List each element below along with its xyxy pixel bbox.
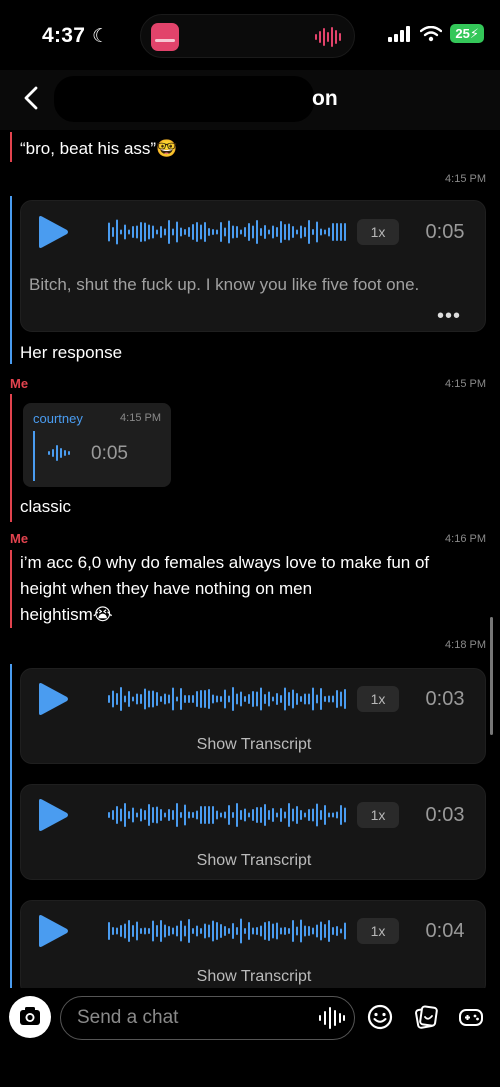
scroll-indicator[interactable] xyxy=(490,617,493,735)
redacted-name xyxy=(54,76,314,122)
quote-bar xyxy=(33,431,35,481)
message-bar xyxy=(10,394,12,522)
transcript-text: Bitch, shut the fuck up. I know you like… xyxy=(29,275,420,294)
timestamp: 4:15 PM xyxy=(445,378,486,390)
dynamic-island[interactable] xyxy=(140,14,355,58)
play-icon[interactable] xyxy=(37,215,69,249)
voice-note-card[interactable]: 1x 0:04 Show Transcript xyxy=(20,900,486,988)
voice-note-card[interactable]: 1x 0:03 Show Transcript xyxy=(20,784,486,880)
message-bar xyxy=(10,550,12,628)
sender-label: Me xyxy=(10,531,29,546)
duration-label: 0:04 xyxy=(425,920,465,942)
more-options-icon[interactable]: ••• xyxy=(437,305,461,328)
quote-duration: 0:05 xyxy=(91,443,128,464)
voice-note-card[interactable]: 1x 0:03 Show Transcript xyxy=(20,668,486,764)
quoted-voice-note[interactable]: courtney 4:15 PM 0:05 xyxy=(23,403,171,487)
waveform[interactable] xyxy=(107,801,353,829)
waveform[interactable] xyxy=(107,685,353,713)
duration-label: 0:03 xyxy=(425,688,465,710)
chat-input[interactable] xyxy=(60,996,355,1040)
clock: 4:37 xyxy=(42,24,86,47)
show-transcript-button[interactable]: Show Transcript xyxy=(21,736,487,754)
show-transcript-button[interactable]: Show Transcript xyxy=(21,852,487,870)
voice-record-icon[interactable] xyxy=(318,1006,346,1030)
composer-bar xyxy=(0,988,500,1087)
play-icon[interactable] xyxy=(37,914,69,948)
timestamp: 4:15 PM xyxy=(445,173,486,185)
emoji-icon[interactable] xyxy=(366,1003,394,1031)
message-text: i’m acc 6,0 why do females always love t… xyxy=(20,553,430,624)
quote-sender: courtney xyxy=(33,411,83,426)
duration-label: 0:05 xyxy=(425,221,465,243)
camera-icon xyxy=(20,1007,40,1025)
playback-speed-button[interactable]: 1x xyxy=(357,219,399,245)
play-icon[interactable] xyxy=(37,682,69,716)
voice-note-card[interactable]: 1x 0:05 Bitch, shut the fuck up. I know … xyxy=(20,200,486,332)
back-chevron-icon[interactable] xyxy=(20,84,44,112)
show-transcript-button[interactable]: Show Transcript xyxy=(21,968,487,986)
message-bar xyxy=(10,196,12,364)
message-feed[interactable]: “bro, beat his ass”🤓 4:15 PM 1x 0:05 Bit… xyxy=(0,130,500,988)
message-text: “bro, beat his ass”🤓 xyxy=(20,139,178,158)
message-bar xyxy=(10,132,12,162)
chat-header: on xyxy=(0,70,500,130)
waveform[interactable] xyxy=(107,917,353,945)
waveform[interactable] xyxy=(107,218,353,246)
playback-speed-button[interactable]: 1x xyxy=(357,686,399,712)
playback-speed-button[interactable]: 1x xyxy=(357,918,399,944)
audio-wave-icon xyxy=(315,27,341,47)
play-icon[interactable] xyxy=(37,798,69,832)
message-text: Her response xyxy=(20,343,123,362)
timestamp: 4:16 PM xyxy=(445,533,486,545)
app-thumbnail-icon xyxy=(151,23,179,51)
message-bar xyxy=(10,664,12,988)
message-text: classic xyxy=(20,497,72,516)
sender-label: Me xyxy=(10,376,29,391)
camera-button[interactable] xyxy=(9,996,51,1038)
timestamp: 4:18 PM xyxy=(445,639,486,651)
waveform-icon xyxy=(48,445,70,461)
chat-title[interactable]: on xyxy=(312,87,338,111)
playback-speed-button[interactable]: 1x xyxy=(357,802,399,828)
games-icon[interactable] xyxy=(457,1003,485,1031)
duration-label: 0:03 xyxy=(425,804,465,826)
status-bar: 4:37 ☾ 25⚡ xyxy=(0,0,500,70)
battery-indicator: 25⚡ xyxy=(450,24,484,43)
signal-icon xyxy=(388,25,411,42)
wifi-icon xyxy=(420,25,443,41)
stickers-icon[interactable] xyxy=(412,1003,440,1031)
moon-icon: ☾ xyxy=(92,26,110,47)
quote-timestamp: 4:15 PM xyxy=(120,412,161,424)
